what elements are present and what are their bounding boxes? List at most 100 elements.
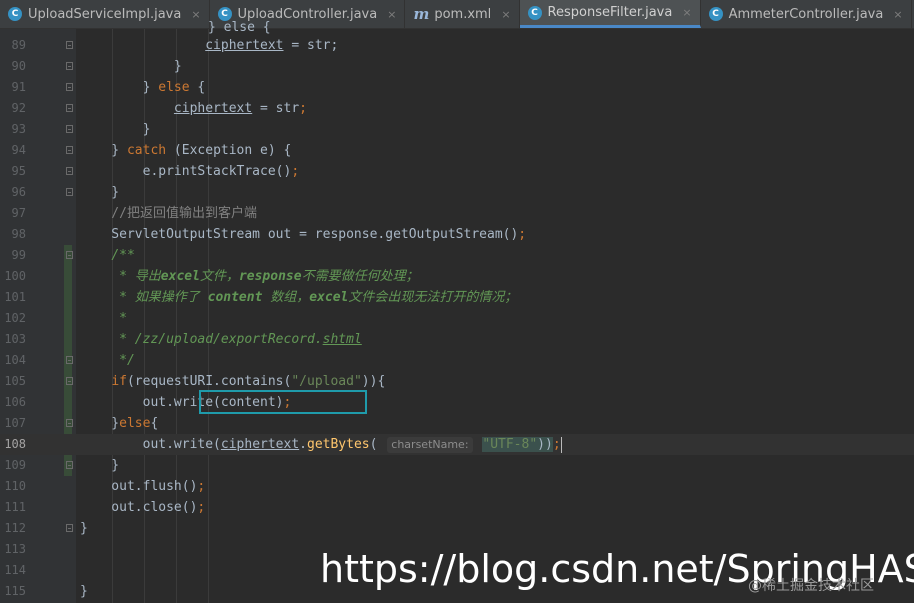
code-line[interactable]: 95 e.printStackTrace(); [0, 161, 914, 182]
code-token: "/upload" [291, 374, 362, 389]
code-text: } [80, 455, 119, 476]
code-line[interactable]: 100 * 导出excel文件，response不需要做任何处理； [0, 266, 914, 287]
code-token: ciphertext [205, 38, 284, 53]
code-text: if(requestURI.contains("/upload")){ [80, 371, 385, 392]
code-token: /** [111, 248, 135, 263]
code-line[interactable]: 89 ciphertext = str; [0, 35, 914, 56]
code-line[interactable]: 103 * /zz/upload/exportRecord.shtml [0, 329, 914, 350]
code-line[interactable]: 99 /** [0, 245, 914, 266]
code-token: 不需要做任何处理； [301, 269, 419, 284]
code-line[interactable]: 106 out.write(content); [0, 392, 914, 413]
code-line[interactable]: 91 } else { [0, 77, 914, 98]
code-text: out.close(); [80, 497, 205, 518]
code-text: */ [80, 350, 135, 371]
code-token: )){ [361, 374, 386, 389]
code-text: } [80, 119, 151, 140]
code-line[interactable]: 110 out.flush(); [0, 476, 914, 497]
line-number: 111 [4, 500, 26, 514]
code-token: } [80, 458, 120, 473]
code-token: ciphertext [220, 437, 300, 452]
code-token: ; [552, 437, 561, 452]
line-number: 96 [11, 185, 26, 199]
line-number: 110 [4, 479, 26, 493]
line-number: 106 [4, 395, 26, 409]
parameter-hint: charsetName: [387, 437, 473, 453]
line-number: 115 [4, 584, 26, 598]
code-text: } [80, 56, 182, 77]
code-token: getBytes [307, 437, 370, 452]
line-number: 105 [4, 374, 26, 388]
code-line[interactable]: 104 */ [0, 350, 914, 371]
code-line[interactable]: 94 } catch (Exception e) { [0, 140, 914, 161]
line-number: 93 [11, 122, 26, 136]
fold-marker-icon[interactable] [66, 62, 73, 70]
code-line[interactable]: 97 //把返回值输出到客户端 [0, 203, 914, 224]
code-line[interactable]: 101 * 如果操作了 content 数组，excel文件会出现无法打开的情况… [0, 287, 914, 308]
code-token: response [238, 269, 302, 284]
line-number: 94 [11, 143, 26, 157]
code-line[interactable]: 90 } [0, 56, 914, 77]
code-text: } else { [80, 77, 206, 98]
code-token: content [207, 290, 263, 305]
code-text: /** [80, 245, 135, 266]
code-line[interactable]: 107 }else{ [0, 413, 914, 434]
code-token: 数组， [262, 290, 310, 305]
fold-marker-icon[interactable] [66, 125, 73, 133]
code-line[interactable]: 105 if(requestURI.contains("/upload")){ [0, 371, 914, 392]
code-editor[interactable]: } else {89 ciphertext = str; 90 } 91 } els… [0, 20, 914, 603]
code-line[interactable]: 92 ciphertext = str; [0, 98, 914, 119]
fold-marker-icon[interactable] [66, 83, 73, 91]
fold-marker-icon[interactable] [66, 41, 73, 49]
fold-marker-icon[interactable] [66, 167, 73, 175]
fold-marker-icon[interactable] [66, 461, 73, 469]
code-token: } [80, 416, 120, 431]
fold-marker-icon[interactable] [66, 188, 73, 196]
code-line[interactable]: 96 } [0, 182, 914, 203]
fold-marker-icon[interactable] [66, 524, 73, 532]
line-number: 99 [11, 248, 26, 262]
code-line[interactable]: 93 } [0, 119, 914, 140]
fold-marker-icon[interactable] [66, 146, 73, 154]
line-number: 89 [11, 38, 26, 52]
fold-marker-icon[interactable] [66, 419, 73, 427]
code-text: ciphertext = str; [80, 98, 307, 119]
code-text: * 导出excel文件，response不需要做任何处理； [80, 266, 419, 287]
code-text: * 如果操作了 content 数组，excel文件会出现无法打开的情况； [80, 287, 517, 308]
code-token: * [80, 311, 127, 326]
code-token: * 如果操作了 [80, 290, 208, 305]
code-text: e.printStackTrace(); [80, 161, 300, 182]
fold-marker-icon[interactable] [66, 104, 73, 112]
code-token: . [299, 437, 307, 452]
line-number: 102 [4, 311, 26, 325]
code-token: out.close() [80, 500, 198, 515]
code-line[interactable]: 111 out.close(); [0, 497, 914, 518]
code-token: )) [537, 437, 553, 452]
code-token: } [80, 80, 159, 95]
code-token: out.flush() [80, 479, 198, 494]
code-token: e.printStackTrace() [80, 164, 292, 179]
code-line[interactable]: 98 ServletOutputStream out = response.ge… [0, 224, 914, 245]
line-number: 95 [11, 164, 26, 178]
code-line[interactable]: 109 } [0, 455, 914, 476]
code-token: { [189, 80, 206, 95]
code-line[interactable]: 112} [0, 518, 914, 539]
code-token: * 导出 [80, 269, 161, 284]
line-number: 112 [4, 521, 26, 535]
code-token: ; [197, 500, 206, 515]
fold-marker-icon[interactable] [66, 251, 73, 259]
watermark-small: @稀土掘金技术社区 [748, 578, 874, 594]
fold-marker-icon[interactable] [66, 377, 73, 385]
fold-marker-icon[interactable] [66, 356, 73, 364]
code-token: = str; [283, 38, 339, 53]
line-number: 100 [4, 269, 26, 283]
code-text: out.flush(); [80, 476, 205, 497]
code-text: * /zz/upload/exportRecord.shtml [80, 329, 362, 350]
code-line[interactable]: 108 out.write(ciphertext.getBytes( chars… [0, 434, 914, 455]
code-text: }else{ [80, 413, 158, 434]
code-line[interactable]: 102 * [0, 308, 914, 329]
code-token: excel [309, 290, 349, 305]
code-token: "UTF-8" [482, 437, 538, 452]
line-number: 90 [11, 59, 26, 73]
code-text: ServletOutputStream out = response.getOu… [80, 224, 526, 245]
